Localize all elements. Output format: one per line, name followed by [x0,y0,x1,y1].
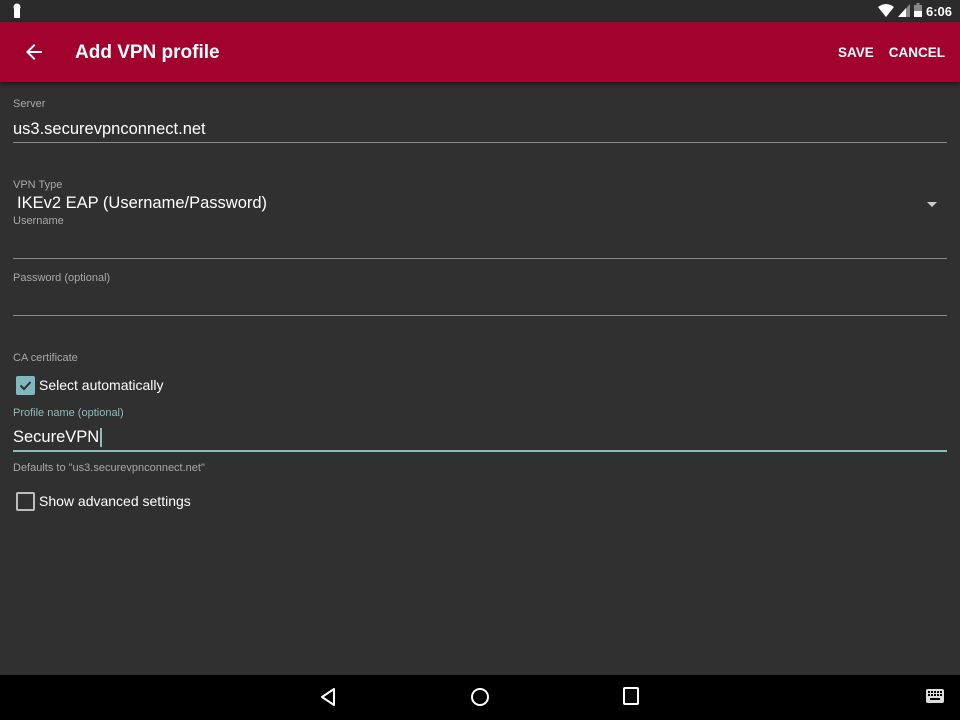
profile-name-label: Profile name (optional) [13,407,124,419]
nav-home-button[interactable] [470,687,490,712]
show-advanced-checkbox[interactable] [16,492,35,511]
profile-name-underline [13,450,947,452]
password-label: Password (optional) [13,272,111,284]
vpn-type-value: IKEv2 EAP (Username/Password) [17,194,268,212]
back-icon [321,688,335,706]
save-button[interactable]: SAVE [838,45,874,60]
profile-name-input[interactable]: SecureVPN [13,428,947,448]
server-label: Server [13,98,46,110]
show-advanced-label[interactable]: Show advanced settings [39,493,191,509]
navigation-bar [0,675,960,720]
select-automatically-label[interactable]: Select automatically [39,377,164,393]
wifi-icon [877,3,894,20]
app-bar: Add VPN profile SAVE CANCEL [0,22,960,82]
vpn-type-label: VPN Type [13,179,63,191]
recents-icon [623,687,639,705]
select-automatically-checkbox[interactable] [16,376,35,395]
username-label: Username [13,215,64,227]
keyboard-icon [926,689,944,703]
nav-recents-button[interactable] [623,687,639,710]
server-input[interactable]: us3.securevpnconnect.net [13,120,206,139]
server-underline [13,142,947,143]
profile-name-value: SecureVPN [13,428,100,446]
nav-back-button[interactable] [320,687,336,712]
profile-name-helper: Defaults to "us3.securevpnconnect.net" [13,462,205,474]
clock: 6:06 [925,4,952,19]
battery-icon [913,3,922,20]
checkmark-icon [19,381,32,391]
username-underline [13,258,947,259]
signal-icon [897,3,910,20]
dropdown-arrow-icon [927,202,937,207]
status-bar: 6:06 [0,0,960,22]
page-title: Add VPN profile [75,42,220,63]
home-icon [471,688,489,706]
text-cursor [100,428,103,448]
vpn-type-select[interactable]: IKEv2 EAP (Username/Password) [17,194,947,216]
notification-icon [12,3,22,24]
ca-certificate-label: CA certificate [13,352,78,364]
keyboard-button[interactable] [926,689,944,708]
cancel-button[interactable]: CANCEL [889,45,945,60]
arrow-left-icon [26,44,42,60]
username-input[interactable] [13,232,947,256]
back-button[interactable] [22,40,46,64]
password-underline [13,315,947,316]
password-input[interactable] [13,289,947,313]
